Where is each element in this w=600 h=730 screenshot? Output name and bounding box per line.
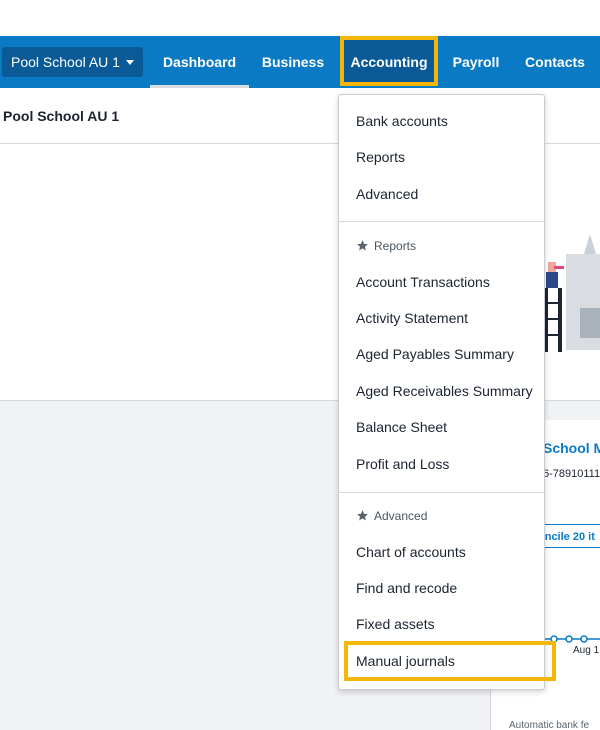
nav-accounting[interactable]: Accounting <box>340 36 438 86</box>
star-icon <box>357 510 368 521</box>
advanced-section-label: Advanced <box>374 509 428 523</box>
advanced-section-header: Advanced <box>356 509 427 523</box>
bank-account-title[interactable]: School M <box>543 440 600 456</box>
menu-item-chart-of-accounts[interactable]: Chart of accounts <box>356 544 466 560</box>
page-title: Pool School AU 1 <box>3 108 120 124</box>
org-switcher-label: Pool School AU 1 <box>11 54 120 70</box>
menu-item-bank-accounts[interactable]: Bank accounts <box>356 113 448 129</box>
menu-item-find-and-recode[interactable]: Find and recode <box>356 580 457 596</box>
org-switcher-button[interactable]: Pool School AU 1 <box>2 47 143 77</box>
nav-business[interactable]: Business <box>258 36 328 88</box>
menu-item-activity-statement[interactable]: Activity Statement <box>356 310 468 326</box>
nav-dashboard[interactable]: Dashboard <box>150 36 249 88</box>
chart-date-label: Aug 1 <box>573 645 600 656</box>
menu-divider <box>339 492 544 493</box>
menu-item-aged-payables-summary[interactable]: Aged Payables Summary <box>356 346 514 362</box>
star-icon <box>357 240 368 251</box>
caret-down-icon <box>125 59 134 65</box>
dashboard-illustration <box>544 234 600 352</box>
menu-item-balance-sheet[interactable]: Balance Sheet <box>356 419 447 435</box>
menu-item-aged-receivables-summary[interactable]: Aged Receivables Summary <box>356 383 533 399</box>
menu-item-account-transactions[interactable]: Account Transactions <box>356 274 490 290</box>
bank-account-number: 6-78910111 <box>543 468 600 480</box>
nav-contacts[interactable]: Contacts <box>522 36 588 88</box>
menu-item-manual-journals[interactable]: Manual journals <box>356 653 455 669</box>
reports-section-header: Reports <box>356 239 416 253</box>
menu-item-advanced[interactable]: Advanced <box>356 186 418 202</box>
menu-item-fixed-assets[interactable]: Fixed assets <box>356 616 435 632</box>
menu-item-profit-and-loss[interactable]: Profit and Loss <box>356 456 449 472</box>
accounting-dropdown-menu: Bank accounts Reports Advanced Reports A… <box>338 94 545 690</box>
nav-payroll[interactable]: Payroll <box>450 36 502 88</box>
menu-divider <box>339 221 544 222</box>
bank-feed-status: Automatic bank fe <box>509 720 590 730</box>
menu-item-reports[interactable]: Reports <box>356 149 405 165</box>
top-navigation: Pool School AU 1 Dashboard Business Acco… <box>0 36 600 88</box>
reports-section-label: Reports <box>374 239 417 253</box>
